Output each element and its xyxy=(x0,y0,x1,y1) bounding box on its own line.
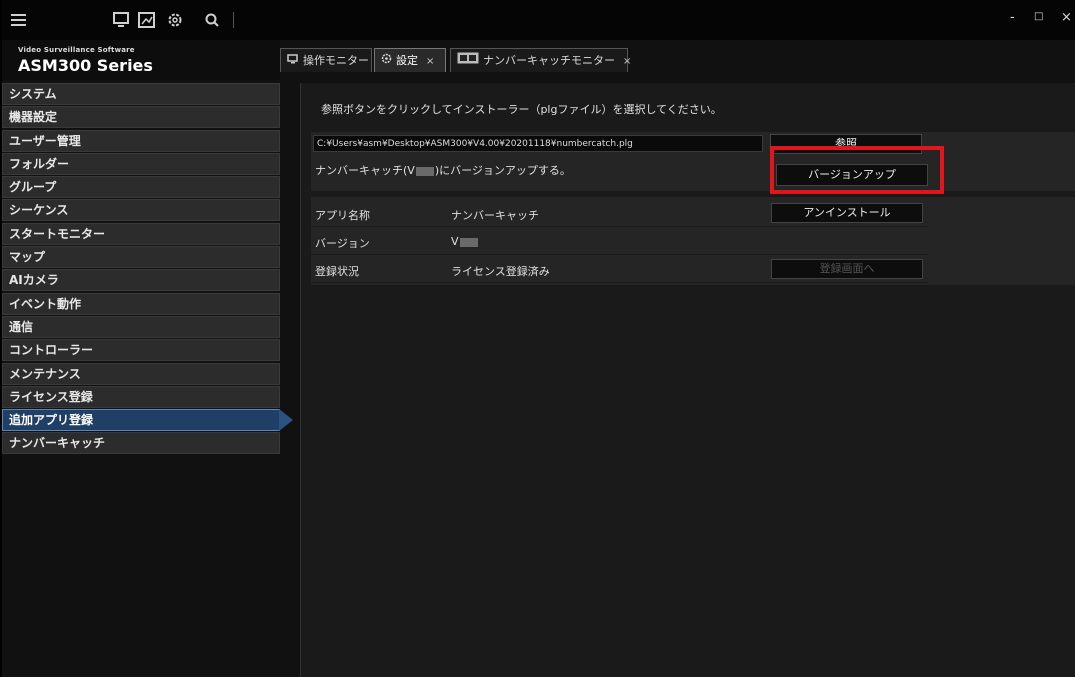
sidebar-item-folder[interactable]: フォルダー xyxy=(2,152,280,175)
installer-path-field[interactable]: C:¥Users¥asm¥Desktop¥ASM300¥V4.00¥202011… xyxy=(313,135,763,152)
sidebar-item-group[interactable]: グループ xyxy=(2,176,280,199)
instruction-text: 参照ボタンをクリックしてインストーラー（plgファイル）を選択してください。 xyxy=(321,103,722,116)
upgrade-prefix: ナンバーキャッチ(V xyxy=(315,164,415,177)
sidebar-item-maintenance[interactable]: メンテナンス xyxy=(2,362,280,385)
tab-close-icon[interactable]: × xyxy=(426,50,434,74)
tab-label: 設定 xyxy=(396,54,418,67)
register-screen-button[interactable]: 登録画面へ xyxy=(771,259,923,279)
upgrade-description: ナンバーキャッチ(V )にバージョンアップする。 xyxy=(315,162,571,178)
settings-sidebar: システム 機器設定 ユーザー管理 フォルダー グループ シーケンス スタートモニ… xyxy=(2,83,293,456)
status-value: ライセンス登録済み xyxy=(451,265,550,278)
app-logo: Video Surveillance Software ASM300 Serie… xyxy=(2,40,280,80)
uninstall-button[interactable]: アンインストール xyxy=(771,203,923,223)
monitor-icon xyxy=(287,49,299,73)
upgrade-suffix: )にバージョンアップする。 xyxy=(434,164,571,177)
redacted-version xyxy=(415,166,434,176)
installer-panel-extension xyxy=(934,132,1075,191)
toolbar-separator xyxy=(233,12,234,28)
tab-label: ナンバーキャッチモニター xyxy=(483,54,615,67)
close-button[interactable]: × xyxy=(1061,10,1072,25)
menu-icon[interactable] xyxy=(10,12,28,28)
app-name-value: ナンバーキャッチ xyxy=(451,209,539,222)
sidebar-item-number-catch[interactable]: ナンバーキャッチ xyxy=(2,432,280,455)
layout-icon[interactable] xyxy=(138,12,156,28)
version-label: バージョン xyxy=(315,237,370,250)
logo-subtitle: Video Surveillance Software xyxy=(18,46,135,54)
sidebar-item-add-app-registration[interactable]: 追加アプリ登録 xyxy=(2,409,293,432)
sidebar-item-controller[interactable]: コントローラー xyxy=(2,339,280,362)
app-window: - □ × Video Surveillance Software ASM300… xyxy=(2,0,1075,677)
sidebar-item-license-registration[interactable]: ライセンス登録 xyxy=(2,385,280,408)
sidebar-item-system[interactable]: システム xyxy=(2,83,280,105)
highlight-box xyxy=(770,146,944,194)
sidebar-item-communication[interactable]: 通信 xyxy=(2,315,280,338)
version-value: V xyxy=(451,235,479,248)
minimize-button[interactable]: - xyxy=(1010,10,1015,25)
monitor-icon[interactable] xyxy=(112,12,130,28)
app-name-label: アプリ名称 xyxy=(315,209,370,222)
sidebar-item-map[interactable]: マップ xyxy=(2,246,280,269)
version-row: バージョン V xyxy=(311,227,928,255)
search-icon[interactable] xyxy=(204,12,222,28)
sidebar-item-sequence[interactable]: シーケンス xyxy=(2,199,280,222)
gear-icon[interactable] xyxy=(166,12,184,28)
sidebar-item-start-monitor[interactable]: スタートモニター xyxy=(2,222,280,245)
version-prefix: V xyxy=(451,235,459,248)
status-label: 登録状況 xyxy=(315,265,359,278)
logo-title: ASM300 Series xyxy=(18,56,153,75)
tab-label: 操作モニター xyxy=(303,54,369,67)
app-info-panel: アプリ名称 ナンバーキャッチ アンインストール バージョン V 登録状況 ライセ… xyxy=(311,197,1075,285)
app-name-row: アプリ名称 ナンバーキャッチ アンインストール xyxy=(311,199,928,227)
sidebar-item-ai-camera[interactable]: AIカメラ xyxy=(2,269,280,292)
redacted-version xyxy=(459,237,478,247)
tab-close-icon[interactable]: × xyxy=(623,50,631,74)
maximize-button[interactable]: □ xyxy=(1034,11,1043,22)
main-content: 参照ボタンをクリックしてインストーラー（plgファイル）を選択してください。 C… xyxy=(300,83,1075,677)
top-toolbar: - □ × xyxy=(2,0,1075,40)
sidebar-item-device-settings[interactable]: 機器設定 xyxy=(2,106,280,129)
registration-status-row: 登録状況 ライセンス登録済み 登録画面へ xyxy=(311,255,928,283)
number-plate-icon xyxy=(457,49,479,73)
gear-icon xyxy=(381,49,392,73)
sidebar-item-user-management[interactable]: ユーザー管理 xyxy=(2,129,280,152)
sidebar-item-event-action[interactable]: イベント動作 xyxy=(2,292,280,315)
